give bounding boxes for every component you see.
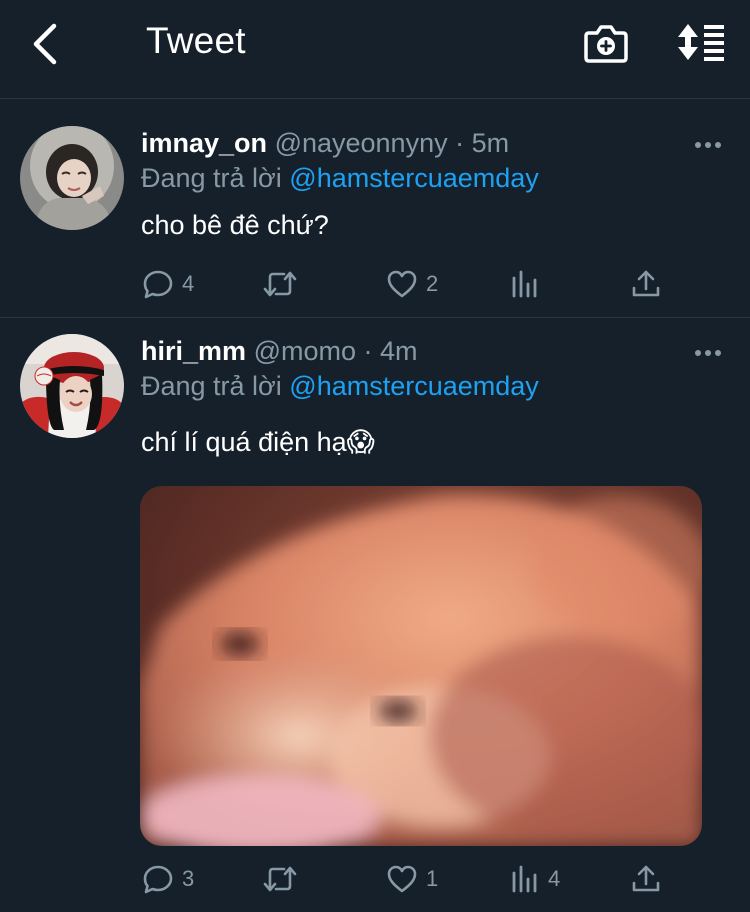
username[interactable]: hiri_mm	[141, 336, 246, 366]
username[interactable]: imnay_on	[141, 128, 267, 158]
tweet-header: hiri_mm @momo · 4m	[141, 336, 418, 367]
reply-count: 4	[182, 271, 195, 296]
views-button[interactable]: 4	[510, 859, 560, 899]
top-bar: Tweet	[0, 0, 750, 99]
reply-count: 3	[182, 866, 195, 891]
sort-button[interactable]	[676, 22, 726, 62]
like-button[interactable]: 2	[386, 264, 438, 304]
like-count: 1	[426, 866, 439, 891]
share-button[interactable]	[630, 264, 662, 304]
tweet-media-image[interactable]	[140, 486, 702, 846]
heart-icon	[387, 270, 417, 298]
bar-chart-icon	[512, 270, 537, 298]
retweet-icon	[263, 271, 297, 297]
heart-icon	[387, 865, 417, 893]
retweet-icon	[263, 866, 297, 892]
mention-link[interactable]: @hamstercuaemday	[289, 163, 539, 193]
chevron-left-icon	[33, 23, 57, 65]
more-icon	[695, 350, 701, 356]
separator: ·	[363, 336, 373, 366]
replying-label: Đang trả lời	[141, 163, 282, 193]
reply-icon	[143, 270, 173, 299]
views-button[interactable]	[510, 264, 540, 304]
share-button[interactable]	[630, 859, 662, 899]
reply-button[interactable]: 3	[142, 859, 194, 899]
camera-button[interactable]	[584, 22, 628, 64]
separator: ·	[455, 128, 465, 158]
tweet[interactable]: hiri_mm @momo · 4m Đang trả lời @hamster…	[0, 319, 750, 912]
tweet[interactable]: imnay_on @nayeonnyny · 5m Đang trả lời @…	[0, 100, 750, 318]
replying-label: Đang trả lời	[141, 371, 282, 401]
page-title: Tweet	[146, 20, 246, 61]
blurry-face-photo	[140, 486, 702, 846]
replying-to: Đang trả lời @hamstercuaemday	[141, 163, 539, 194]
camera-plus-icon	[584, 25, 628, 63]
more-icon	[695, 142, 701, 148]
more-options-button[interactable]	[694, 348, 722, 358]
views-count: 4	[548, 866, 561, 891]
user-handle[interactable]: @momo	[254, 336, 356, 366]
like-button[interactable]: 1	[386, 859, 438, 899]
like-count: 2	[426, 271, 439, 296]
retweet-button[interactable]	[262, 264, 298, 304]
sort-icon	[678, 24, 724, 61]
back-button[interactable]	[26, 22, 66, 66]
tweet-text: chí lí quá điện hạ😱	[141, 427, 375, 457]
tweet-actions: 4 2	[0, 264, 750, 304]
more-options-button[interactable]	[694, 140, 722, 150]
user-handle[interactable]: @nayeonnyny	[275, 128, 448, 158]
share-icon	[632, 865, 660, 892]
share-icon	[632, 270, 660, 297]
timestamp: 5m	[471, 128, 510, 158]
replying-to: Đang trả lời @hamstercuaemday	[141, 371, 539, 402]
tweet-actions: 3 1 4	[0, 859, 750, 899]
mention-link[interactable]: @hamstercuaemday	[289, 371, 539, 401]
retweet-button[interactable]	[262, 859, 298, 899]
timestamp: 4m	[380, 336, 418, 366]
reply-button[interactable]: 4	[142, 264, 194, 304]
avatar[interactable]	[20, 126, 124, 230]
avatar[interactable]	[20, 334, 124, 438]
reply-icon	[143, 865, 173, 894]
bar-chart-icon	[512, 865, 537, 893]
tweet-header: imnay_on @nayeonnyny · 5m	[141, 128, 509, 159]
tweet-text: cho bê đê chứ?	[141, 210, 329, 240]
